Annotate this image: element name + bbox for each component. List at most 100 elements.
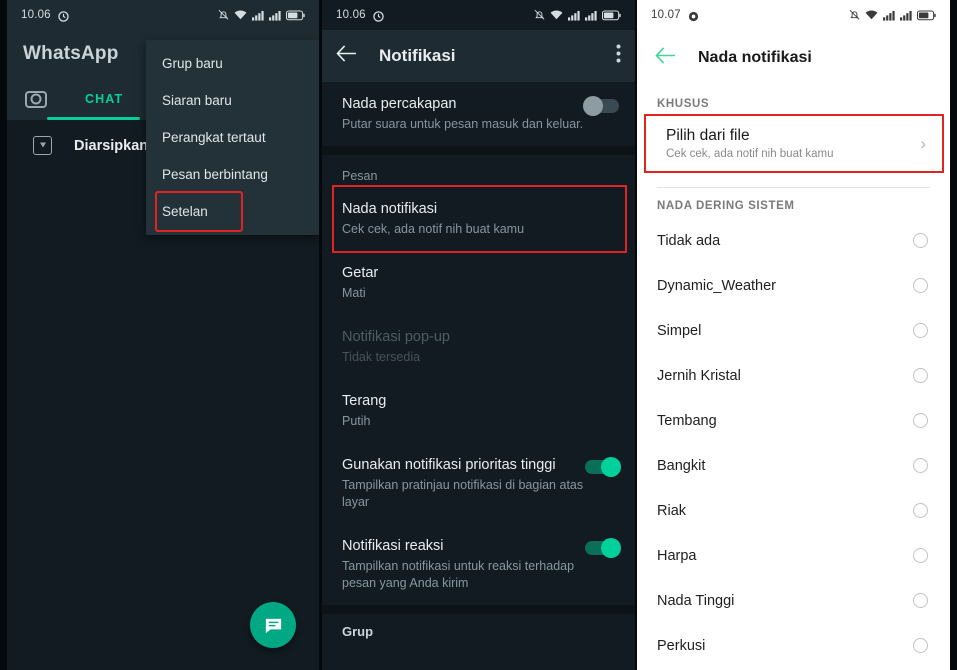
overflow-menu-icon[interactable] — [616, 44, 621, 68]
menu-item-perangkat-tertaut[interactable]: Perangkat tertaut — [146, 119, 319, 156]
radio-button[interactable] — [913, 278, 928, 293]
setting-nada-notifikasi[interactable]: Nada notifikasi Cek cek, ada notif nih b… — [332, 185, 627, 253]
wifi-icon — [865, 10, 878, 19]
setting-title: Nada notifikasi — [342, 201, 438, 217]
radio-button[interactable] — [913, 368, 928, 383]
status-bar: 10.07 — [637, 0, 950, 30]
setting-getar[interactable]: Getar Mati — [322, 251, 635, 315]
app-bar: Nada notifikasi — [637, 30, 950, 86]
setting-subtitle: Tidak tersedia — [342, 350, 421, 365]
back-arrow-icon[interactable] — [655, 47, 676, 69]
section-header-khusus: KHUSUS — [657, 98, 710, 110]
toggle-nada-percakapan[interactable] — [583, 96, 619, 116]
toggle-prioritas-tinggi[interactable] — [585, 457, 621, 477]
setting-title: Notifikasi reaksi — [342, 537, 444, 554]
setting-subtitle: Putih — [342, 414, 371, 429]
list-item[interactable]: Jernih Kristal — [637, 353, 950, 398]
setting-terang[interactable]: Terang Putih — [322, 379, 635, 443]
setting-notifikasi-popup: Notifikasi pop-up Tidak tersedia — [322, 315, 635, 379]
status-bar-icons — [849, 9, 936, 21]
app-bar: Notifikasi — [322, 30, 635, 82]
setting-title: Getar — [342, 265, 379, 281]
file-row-subtitle: Cek cek, ada notif nih buat kamu — [666, 148, 834, 160]
wifi-icon — [550, 10, 563, 19]
app-title: WhatsApp — [23, 43, 119, 64]
chevron-right-icon: › — [920, 133, 926, 153]
status-bar-time: 10.06 — [336, 9, 366, 21]
setting-title: Nada percakapan — [342, 96, 457, 112]
battery-icon — [286, 10, 305, 20]
radio-button[interactable] — [913, 413, 928, 428]
file-row-title: Pilih dari file — [666, 127, 750, 144]
section-header-grup: Grup — [342, 623, 374, 639]
list-item[interactable]: Harpa — [637, 533, 950, 578]
alarm-clock-icon — [58, 10, 69, 22]
status-bar-time: 10.07 — [651, 9, 681, 21]
ringtone-picker-panel: 10.07 Nada notifikasi KHUSUS Pilih dari … — [637, 0, 950, 670]
menu-item-setelan[interactable]: Setelan — [155, 191, 243, 232]
battery-icon — [917, 10, 936, 20]
list-item[interactable]: Simpel — [637, 308, 950, 353]
screenshot-stage: 10.06 WhatsApp CHAT Diarsipkan Grup baru… — [0, 0, 957, 670]
list-item[interactable]: Tidak ada — [637, 218, 950, 263]
alarm-mute-icon — [218, 9, 229, 20]
settings-list: Nada percakapan Putar suara untuk pesan … — [322, 82, 635, 670]
section-divider — [322, 146, 635, 155]
radio-button[interactable] — [913, 233, 928, 248]
signal-icon — [568, 10, 580, 21]
list-item[interactable]: Riak — [637, 488, 950, 533]
setting-subtitle: Tampilkan pratinjau notifikasi di bagian… — [342, 478, 584, 509]
menu-item-grup-baru[interactable]: Grup baru — [146, 45, 319, 82]
ringtone-label: Perkusi — [657, 637, 706, 654]
radio-button[interactable] — [913, 458, 928, 473]
signal-icon — [252, 10, 264, 21]
status-bar-icons — [534, 9, 621, 21]
archived-label: Diarsipkan — [74, 137, 149, 154]
toggle-notifikasi-reaksi[interactable] — [585, 537, 621, 558]
menu-item-pesan-berbintang[interactable]: Pesan berbintang — [146, 156, 319, 193]
battery-icon — [602, 10, 621, 20]
alarm-mute-icon — [849, 9, 860, 20]
archive-icon — [33, 136, 52, 155]
notification-settings-panel: 10.06 Notifikasi Nada percakapan Putar s… — [322, 0, 635, 670]
section-divider — [322, 604, 635, 614]
radio-button[interactable] — [913, 593, 928, 608]
radio-button[interactable] — [913, 548, 928, 563]
wifi-icon — [234, 10, 247, 19]
pilih-dari-file-row[interactable]: Pilih dari file Cek cek, ada notif nih b… — [644, 114, 944, 173]
setting-title: Terang — [342, 393, 387, 409]
radio-button[interactable] — [913, 323, 928, 338]
radio-button[interactable] — [913, 503, 928, 518]
status-bar-icons — [218, 9, 305, 21]
tab-chat[interactable]: CHAT — [85, 92, 123, 106]
setting-notifikasi-reaksi[interactable]: Notifikasi reaksi Tampilkan notifikasi u… — [322, 524, 635, 605]
back-arrow-icon[interactable] — [336, 45, 357, 67]
overflow-menu: Grup baru Siaran baru Perangkat tertaut … — [146, 40, 319, 235]
new-chat-icon — [265, 618, 281, 633]
toggle-knob — [601, 457, 621, 477]
radio-button[interactable] — [913, 638, 928, 653]
setting-prioritas-tinggi[interactable]: Gunakan notifikasi prioritas tinggi Tamp… — [322, 443, 635, 524]
ringtone-label: Harpa — [657, 547, 697, 564]
ringtone-label: Simpel — [657, 322, 702, 339]
section-header-pesan: Pesan — [342, 169, 378, 183]
setting-subtitle: Cek cek, ada notif nih buat kamu — [342, 222, 525, 237]
camera-icon[interactable] — [25, 90, 47, 108]
status-bar-time: 10.06 — [21, 9, 51, 21]
list-item[interactable]: Tembang — [637, 398, 950, 443]
setting-title: Gunakan notifikasi prioritas tinggi — [342, 457, 556, 473]
menu-item-siaran-baru[interactable]: Siaran baru — [146, 82, 319, 119]
ringtone-label: Riak — [657, 502, 687, 519]
status-bar: 10.06 — [7, 0, 319, 30]
alarm-mute-icon — [534, 9, 545, 20]
setting-subtitle: Tampilkan notifikasi untuk reaksi terhad… — [342, 559, 575, 590]
new-chat-fab[interactable] — [250, 602, 296, 648]
setting-nada-percakapan[interactable]: Nada percakapan Putar suara untuk pesan … — [322, 82, 635, 146]
list-item[interactable]: Dynamic_Weather — [637, 263, 950, 308]
tab-active-indicator — [47, 117, 140, 120]
ringtone-label: Tidak ada — [657, 232, 721, 249]
list-item[interactable]: Bangkit — [637, 443, 950, 488]
toggle-knob — [583, 96, 603, 116]
list-item[interactable]: Nada Tinggi — [637, 578, 950, 623]
list-item[interactable]: Perkusi — [637, 623, 950, 668]
